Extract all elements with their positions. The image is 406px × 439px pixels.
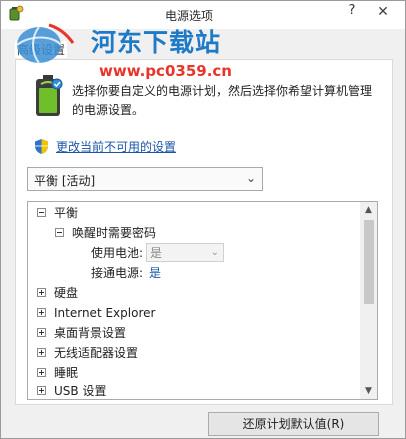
expand-toggle-icon[interactable] — [37, 368, 46, 377]
scrollbar-thumb[interactable] — [364, 220, 374, 304]
tree-node-wireless-adapter[interactable]: 无线适配器设置 — [28, 343, 360, 363]
expand-toggle-icon[interactable] — [37, 386, 46, 395]
plugged-in-value[interactable]: 是 — [149, 263, 161, 283]
title-bar[interactable]: 电源选项 ? ✕ — [1, 1, 405, 29]
tree-node-sleep[interactable]: 睡眠 — [28, 363, 360, 383]
tree-node-label: Internet Explorer — [54, 306, 156, 320]
chevron-down-icon: ⌄ — [245, 171, 256, 185]
tree-setting-on-battery: 使用电池: 是 ⌄ — [28, 243, 360, 263]
restore-plan-defaults-button[interactable]: 还原计划默认值(R) — [208, 412, 379, 436]
uac-shield-icon — [35, 139, 48, 154]
expand-toggle-icon[interactable] — [37, 288, 46, 297]
power-plan-selected-value: 平衡 [活动] — [34, 174, 96, 188]
window-title: 电源选项 — [165, 9, 214, 23]
scroll-down-arrow-icon[interactable]: ▼ — [360, 383, 377, 399]
tab-advanced-settings[interactable]: 高级设置 — [15, 41, 68, 58]
expand-toggle-icon[interactable] — [37, 308, 46, 317]
tree-node-label: 睡眠 — [54, 366, 79, 380]
tree-node-label: 无线适配器设置 — [54, 346, 139, 360]
tree-node-hard-disk[interactable]: 硬盘 — [28, 283, 360, 303]
tree-node-internet-explorer[interactable]: Internet Explorer — [28, 303, 360, 323]
power-plan-dropdown[interactable]: 平衡 [活动] ⌄ — [27, 167, 263, 191]
plugged-in-label: 接通电源: — [91, 266, 144, 280]
change-unavailable-settings-link[interactable]: 更改当前不可用的设置 — [56, 138, 176, 155]
tree-node-desktop-background[interactable]: 桌面背景设置 — [28, 323, 360, 343]
power-options-app-icon — [9, 5, 24, 21]
expand-toggle-icon[interactable] — [37, 348, 46, 357]
tree-vertical-scrollbar[interactable]: ▲ ▼ — [360, 202, 377, 399]
tree-node-balanced[interactable]: 平衡 — [28, 203, 360, 223]
on-battery-dropdown[interactable]: 是 ⌄ — [146, 243, 224, 262]
advanced-settings-panel: 选择你要自定义的电源计划，然后选择你希望计算机管理的电源设置。 更改当前不可用的… — [15, 59, 393, 436]
close-button[interactable]: ✕ — [361, 1, 405, 23]
tree-node-usb-settings[interactable]: USB 设置 — [28, 381, 360, 399]
chevron-down-icon: ⌄ — [210, 247, 219, 258]
power-settings-tree[interactable]: 平衡 唤醒时需要密码 使用电池: 是 ⌄ 接通电源: 是 硬盘 Internet… — [27, 201, 378, 400]
tree-node-wake-password[interactable]: 唤醒时需要密码 — [28, 223, 360, 243]
tree-node-label: 平衡 — [54, 206, 79, 220]
tree-node-label: 硬盘 — [54, 286, 79, 300]
tree-node-label: 唤醒时需要密码 — [72, 226, 157, 240]
on-battery-label: 使用电池: — [91, 246, 144, 260]
battery-plan-icon — [36, 75, 63, 116]
tree-node-label: USB 设置 — [54, 384, 107, 398]
tree-setting-plugged-in[interactable]: 接通电源: 是 — [28, 263, 360, 283]
collapse-toggle-icon[interactable] — [37, 208, 46, 217]
tree-node-label: 桌面背景设置 — [54, 326, 127, 340]
expand-toggle-icon[interactable] — [37, 328, 46, 337]
power-options-window: 电源选项 ? ✕ 高级设置 选择你要自定义的电源计划，然后选择你希望计算机管理的… — [0, 0, 406, 439]
scroll-up-arrow-icon[interactable]: ▲ — [360, 202, 377, 218]
intro-text: 选择你要自定义的电源计划，然后选择你希望计算机管理的电源设置。 — [72, 84, 373, 117]
help-button[interactable]: ? — [345, 3, 359, 21]
on-battery-value: 是 — [150, 246, 163, 260]
collapse-toggle-icon[interactable] — [55, 228, 64, 237]
